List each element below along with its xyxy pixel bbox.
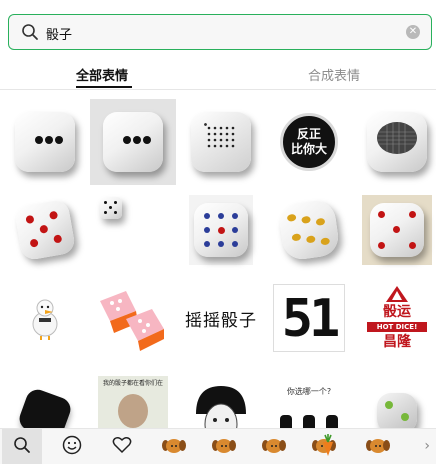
sticker-mushroom-head[interactable] (178, 363, 264, 428)
sticker-category-bar: › (0, 428, 436, 464)
dog-sticker-icon (162, 437, 186, 457)
bottom-dog-sticker-2[interactable] (204, 429, 244, 464)
sticker-which-one[interactable]: 你选哪一个? (266, 363, 352, 428)
bottom-emoji-button[interactable] (52, 429, 92, 464)
sticker-gold-dice[interactable] (266, 187, 352, 273)
which-one-text: 你选哪一个? (286, 386, 332, 396)
clear-icon[interactable]: ✕ (406, 25, 420, 39)
badge-mid-text: HOT DICE! (367, 322, 427, 332)
carrot-sticker-icon (321, 434, 335, 460)
bottom-carrot-sticker[interactable] (308, 429, 348, 464)
badge-crest-icon (386, 286, 408, 302)
sticker-tabs: 全部表情 合成表情 (0, 60, 436, 90)
search-input[interactable]: 骰子 (46, 24, 72, 43)
sticker-meme-dice[interactable]: 我的骰子都在看你们在 (90, 363, 176, 428)
chevron-right-icon[interactable]: › (424, 438, 430, 454)
sticker-pink-dice[interactable] (90, 275, 176, 361)
sticker-grid: 反正 比你大 摇摇骰子 51 骰运 HOT DICE! 昌隆 我的骰子都在看你们… (0, 90, 436, 428)
sticker-dice-beige[interactable] (354, 187, 436, 273)
bottom-search-button[interactable] (2, 429, 42, 464)
sticker-bigger-than-you[interactable]: 反正 比你大 (266, 99, 352, 185)
bottom-dog-sticker-5[interactable] (358, 429, 398, 464)
search-icon (21, 23, 39, 45)
sticker-green-dice[interactable] (354, 363, 436, 428)
sticker-black-dice[interactable] (2, 363, 88, 428)
bottom-dog-sticker-3[interactable] (254, 429, 294, 464)
badge-bottom-text: 昌隆 (383, 334, 411, 350)
bubble-line-1: 反正 (296, 127, 321, 141)
meme-caption-text: 我的骰子都在看你们在 (102, 380, 163, 387)
sticker-hot-dice-badge[interactable]: 骰运 HOT DICE! 昌隆 (354, 275, 436, 361)
dog-sticker-icon (262, 437, 286, 457)
sticker-small-dice[interactable] (90, 187, 176, 273)
digit-51-text: 51 (273, 284, 345, 352)
sticker-goose[interactable] (2, 275, 88, 361)
dog-sticker-icon (366, 437, 390, 457)
emoji-icon (62, 435, 82, 459)
tab-all-stickers[interactable]: 全部表情 (76, 65, 128, 84)
heart-icon (112, 436, 132, 458)
bottom-dog-sticker-1[interactable] (154, 429, 194, 464)
sticker-dice-three[interactable] (2, 99, 88, 185)
bottom-favorites-button[interactable] (102, 429, 142, 464)
tab-composite-stickers[interactable]: 合成表情 (308, 65, 360, 84)
sticker-digit-51[interactable]: 51 (266, 275, 352, 361)
search-icon (13, 436, 31, 458)
sticker-blue-dice[interactable] (178, 187, 264, 273)
sticker-dice-three-selected[interactable] (90, 99, 176, 185)
sticker-dice-grid-pattern[interactable] (354, 99, 436, 185)
badge-top-text: 骰运 (383, 304, 411, 320)
search-bar[interactable]: 骰子 ✕ (8, 14, 432, 50)
bubble-line-2: 比你大 (290, 142, 327, 156)
dog-sticker-icon (212, 437, 236, 457)
sticker-dice-many-dots[interactable] (178, 99, 264, 185)
shake-dice-text: 摇摇骰子 (185, 310, 257, 331)
sticker-shake-dice-text[interactable]: 摇摇骰子 (178, 275, 264, 361)
sticker-red-dice[interactable] (2, 187, 88, 273)
active-tab-indicator (76, 86, 132, 88)
